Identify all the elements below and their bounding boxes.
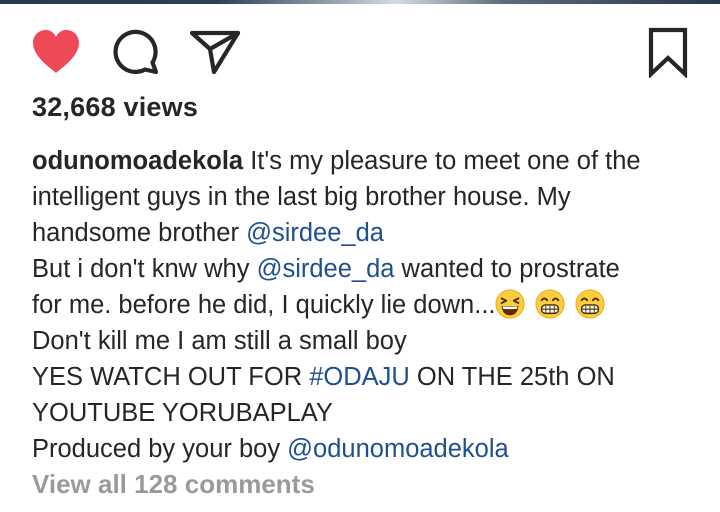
caption-text: handsome brother (32, 219, 247, 247)
view-count[interactable]: 32,668 views (32, 92, 198, 123)
caption-line: odunomoadekola It's my pleasure to meet … (32, 143, 704, 179)
caption-line: Don't kill me I am still a small boy (32, 327, 407, 355)
caption-text: YES WATCH OUT FOR (32, 363, 310, 391)
media-bottom-edge (0, 0, 720, 4)
caption-line: for me. before he did, I quickly lie dow… (32, 287, 704, 323)
caption-text: for me. before he did, I quickly lie dow… (32, 291, 496, 319)
caption-line: YOUTUBE YORUBAPLAY (32, 399, 333, 427)
post-caption: odunomoadekola It's my pleasure to meet … (32, 143, 704, 467)
view-all-comments-link[interactable]: View all 128 comments (32, 469, 315, 500)
caption-text: Produced by your boy (32, 435, 288, 463)
bookmark-icon[interactable] (646, 26, 690, 78)
mention-link[interactable]: @odunomoadekola (287, 435, 509, 463)
caption-line: intelligent guys in the last big brother… (32, 183, 571, 211)
mention-link[interactable]: @sirdee_da (257, 255, 395, 283)
comment-icon[interactable] (111, 28, 163, 78)
caption-username[interactable]: odunomoadekola (32, 147, 243, 175)
caption-line: YES WATCH OUT FOR #ODAJU ON THE 25th ON (32, 359, 704, 395)
caption-text: But i don't knw why (32, 255, 257, 283)
beaming-face-emoji (575, 289, 606, 319)
caption-line: handsome brother @sirdee_da (32, 215, 704, 251)
mention-link[interactable]: @sirdee_da (246, 219, 384, 247)
post-action-bar (0, 24, 720, 80)
caption-line: But i don't knw why @sirdee_da wanted to… (32, 251, 704, 287)
caption-text: wanted to prostrate (394, 255, 620, 283)
heart-icon[interactable] (30, 28, 82, 76)
caption-text: It's my pleasure to meet one of the (243, 147, 641, 175)
caption-text: ON THE 25th ON (409, 363, 615, 391)
hashtag-link[interactable]: #ODAJU (309, 363, 410, 391)
beaming-face-emoji (535, 289, 566, 319)
grinning-squinting-face-emoji (495, 289, 526, 319)
share-icon[interactable] (189, 28, 241, 76)
caption-line: Produced by your boy @odunomoadekola (32, 431, 704, 467)
